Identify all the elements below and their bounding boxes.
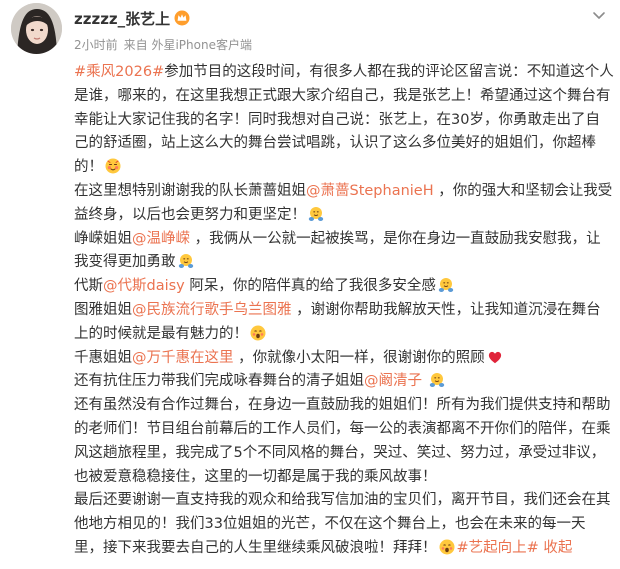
weibo-post: zzzzz_张艺上 2小时前 来自 外星iPhone客户端 #乘风2026#参加…	[0, 0, 620, 569]
post-paragraph: 代斯@代斯daisy 阿呆，你的陪伴真的给了我很多安全感	[74, 275, 614, 299]
avatar[interactable]	[11, 3, 62, 54]
hug-emoji-icon	[438, 278, 454, 293]
mention-link[interactable]: @萧蔷StephanieH	[306, 183, 434, 199]
post-text	[422, 373, 427, 389]
post-text: 千惠姐姐	[74, 349, 132, 366]
mention-link[interactable]: @代斯daisy	[103, 278, 185, 294]
post-paragraph: 还有虽然没有合作过舞台，在身边一直鼓励我的姐姐们！所有为我们提供支持和帮助的老师…	[74, 394, 614, 489]
hashtag-link[interactable]: #乘风2026#	[74, 64, 164, 80]
avatar-photo	[11, 3, 62, 54]
post-text: 还有抗住压力带我们完成咏春舞台的清子姐姐	[74, 373, 364, 390]
post-text: 图雅姐姐	[74, 301, 132, 318]
hashtag-link[interactable]: #艺起向上#	[457, 540, 539, 556]
chevron-down-icon[interactable]	[590, 6, 608, 24]
post-paragraph: 最后还要谢谢一直支持我的观众和给我写信加油的宝贝们，离开节目，我们还会在其他地方…	[74, 489, 614, 560]
post-text: ，你就像小太阳一样，很谢谢你的照顾	[233, 349, 485, 366]
collapse-button[interactable]: 收起	[543, 540, 572, 556]
hug-emoji-icon	[178, 254, 193, 269]
post-text: 参加节目的这段时间，有很多人都在我的评论区留言说：不知道这个人是谁，哪来的，在这…	[74, 64, 614, 176]
post-text: 峥嵘姐姐	[74, 230, 132, 247]
post-paragraph: 千惠姐姐@万千惠在这里 ，你就像小太阳一样，很谢谢你的照顾	[74, 347, 614, 371]
post-source[interactable]: 来自 外星iPhone客户端	[124, 36, 252, 53]
mention-link[interactable]: @阚清子	[364, 373, 422, 389]
post-text: 阿呆，你的陪伴真的给了我很多安全感	[184, 278, 436, 295]
post-paragraph: #乘风2026#参加节目的这段时间，有很多人都在我的评论区留言说：不知道这个人是…	[74, 61, 614, 180]
blush-emoji-icon	[105, 158, 121, 174]
mention-link[interactable]: @万千惠在这里	[132, 350, 234, 366]
mention-link[interactable]: @民族流行歌手乌兰图雅	[132, 302, 292, 318]
post-paragraph: 在这里想特别谢谢我的队长萧蔷姐姐@萧蔷StephanieH ，你的强大和坚韧会让…	[74, 180, 614, 228]
post-text: 代斯	[74, 278, 103, 295]
vip-crown-icon[interactable]	[174, 10, 190, 26]
shy-emoji-icon	[250, 325, 266, 341]
post-header: zzzzz_张艺上 2小时前 来自 外星iPhone客户端	[74, 6, 252, 53]
post-meta: 2小时前 来自 外星iPhone客户端	[74, 36, 252, 53]
name-row: zzzzz_张艺上	[74, 6, 252, 30]
post-paragraph: 图雅姐姐@民族流行歌手乌兰图雅 ，谢谢你帮助我解放天性，让我知道沉浸在舞台上的时…	[74, 299, 614, 347]
hug-emoji-icon	[308, 206, 324, 221]
shy-emoji-icon	[439, 539, 454, 555]
mention-link[interactable]: @温峥嵘	[132, 231, 190, 247]
post-text: 在这里想特别谢谢我的队长萧蔷姐姐	[74, 182, 306, 199]
heart-icon	[488, 351, 501, 363]
username[interactable]: zzzzz_张艺上	[74, 8, 170, 29]
post-paragraph: 还有抗住压力带我们完成咏春舞台的清子姐姐@阚清子	[74, 370, 614, 394]
post-body: #乘风2026#参加节目的这段时间，有很多人都在我的评论区留言说：不知道这个人是…	[74, 61, 614, 561]
hug-emoji-icon	[429, 373, 444, 388]
post-time: 2小时前	[74, 38, 118, 52]
post-text: 还有虽然没有合作过舞台，在身边一直鼓励我的姐姐们！所有为我们提供支持和帮助的老师…	[74, 397, 611, 485]
post-paragraph: 峥嵘姐姐@温峥嵘 ，我俩从一公就一起被挨骂，是你在身边一直鼓励我安慰我，让我变得…	[74, 228, 614, 276]
